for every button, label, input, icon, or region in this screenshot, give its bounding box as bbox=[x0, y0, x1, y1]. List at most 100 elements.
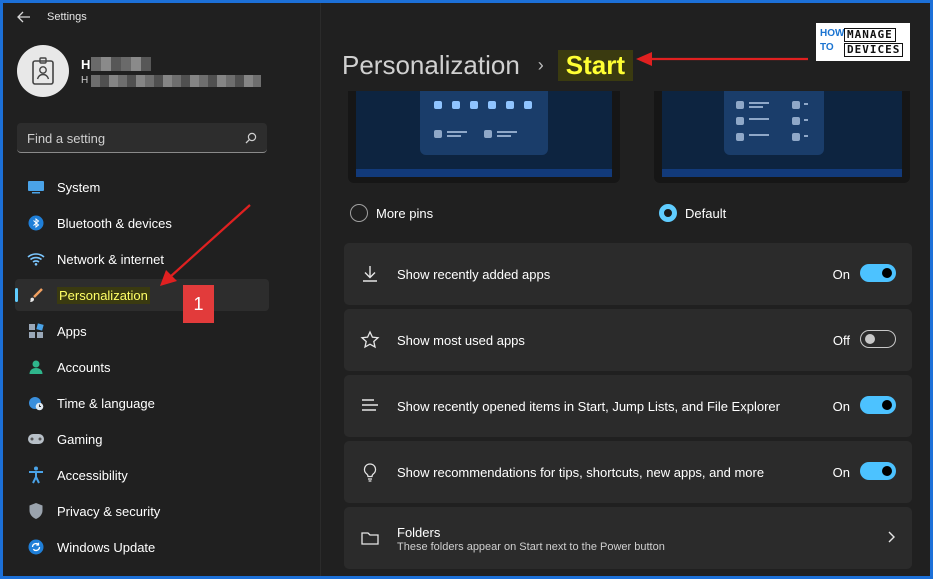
toggle-state: On bbox=[832, 267, 850, 282]
sidebar-item-apps[interactable]: Apps bbox=[15, 315, 269, 347]
chevron-right-icon bbox=[888, 531, 895, 543]
sidebar-item-label: Network & internet bbox=[57, 251, 164, 267]
setting-label: Show recommendations for tips, shortcuts… bbox=[397, 465, 765, 480]
sidebar-item-label: Gaming bbox=[57, 431, 103, 447]
start-menu-preview bbox=[420, 91, 548, 155]
shield-icon bbox=[27, 502, 45, 520]
radio-label: More pins bbox=[376, 205, 434, 221]
more-pins-radio[interactable] bbox=[350, 204, 368, 222]
pinned-apps-grid-icon bbox=[434, 101, 532, 138]
logo-how: HOW bbox=[820, 28, 845, 39]
breadcrumb: Personalization › Start bbox=[342, 47, 634, 83]
logo-devices: DEVICES bbox=[844, 43, 904, 57]
sidebar-item-label: Windows Update bbox=[57, 539, 156, 555]
sidebar-item-label: Time & language bbox=[57, 395, 155, 411]
sidebar-item-personalization[interactable]: Personalization bbox=[15, 279, 269, 311]
sidebar-item-network[interactable]: Network & internet bbox=[15, 243, 269, 275]
sidebar-item-accessibility[interactable]: Accessibility bbox=[15, 459, 269, 491]
apps-icon bbox=[27, 322, 45, 340]
app-title: Settings bbox=[47, 11, 87, 23]
setting-most-used-apps: Show most used apps Off bbox=[344, 309, 912, 371]
search-icon[interactable] bbox=[245, 132, 257, 144]
avatar[interactable] bbox=[17, 45, 69, 97]
folders-title: Folders bbox=[397, 525, 441, 540]
folders-setting[interactable]: Folders These folders appear on Start ne… bbox=[344, 507, 912, 569]
sidebar-item-label: System bbox=[57, 179, 101, 195]
redacted-email bbox=[91, 75, 261, 87]
nav-list: System Bluetooth & devices Network & int… bbox=[15, 171, 269, 567]
person-icon bbox=[27, 358, 45, 376]
recommendations-toggle[interactable] bbox=[860, 462, 896, 480]
toggle-knob bbox=[882, 400, 892, 410]
logo-to: TO bbox=[820, 42, 834, 53]
recently-added-apps-toggle[interactable] bbox=[860, 264, 896, 282]
brush-icon bbox=[27, 286, 45, 304]
back-arrow-icon[interactable] bbox=[17, 11, 31, 23]
setting-recommendations: Show recommendations for tips, shortcuts… bbox=[344, 441, 912, 503]
sidebar-item-bluetooth[interactable]: Bluetooth & devices bbox=[15, 207, 269, 239]
toggle-knob bbox=[882, 268, 892, 278]
main-content: Personalization › Start HOW TO MANAGE DE… bbox=[322, 3, 930, 576]
sidebar-item-label: Privacy & security bbox=[57, 503, 161, 519]
toggle-knob bbox=[882, 466, 892, 476]
sidebar-item-accounts[interactable]: Accounts bbox=[15, 351, 269, 383]
settings-window: Settings H H Find a setting System Bluet… bbox=[3, 3, 930, 576]
sidebar-item-label: Personalization bbox=[57, 286, 150, 304]
monitor-icon bbox=[27, 178, 45, 196]
user-email: H bbox=[81, 75, 89, 86]
redacted-name bbox=[91, 57, 151, 71]
most-used-apps-toggle[interactable] bbox=[860, 330, 896, 348]
setting-recently-opened-items: Show recently opened items in Start, Jum… bbox=[344, 375, 912, 437]
default-radio[interactable] bbox=[659, 204, 677, 222]
layout-option-more-pins[interactable]: More pins bbox=[350, 204, 433, 222]
globe-clock-icon bbox=[27, 394, 45, 412]
lightbulb-icon bbox=[363, 463, 377, 482]
toggle-knob bbox=[865, 334, 875, 344]
user-info[interactable]: H H bbox=[81, 57, 271, 89]
title-bar: Settings bbox=[3, 3, 321, 31]
wifi-icon bbox=[27, 250, 45, 268]
list-icon bbox=[362, 399, 378, 411]
folders-description: These folders appear on Start next to th… bbox=[397, 541, 665, 553]
howtomanagedevices-logo: HOW TO MANAGE DEVICES bbox=[816, 23, 910, 61]
preview-taskbar bbox=[662, 169, 902, 177]
more-pins-preview[interactable] bbox=[348, 91, 620, 183]
sidebar: Settings H H Find a setting System Bluet… bbox=[3, 3, 321, 576]
toggle-state: Off bbox=[832, 333, 850, 348]
breadcrumb-parent[interactable]: Personalization bbox=[342, 50, 520, 81]
sidebar-item-label: Bluetooth & devices bbox=[57, 215, 172, 231]
sidebar-item-privacy-security[interactable]: Privacy & security bbox=[15, 495, 269, 527]
page-title: Start bbox=[557, 49, 634, 81]
update-icon bbox=[27, 538, 45, 556]
start-menu-preview bbox=[724, 91, 824, 155]
breadcrumb-separator: › bbox=[537, 54, 544, 75]
setting-label: Show recently opened items in Start, Jum… bbox=[397, 399, 780, 414]
setting-label: Show most used apps bbox=[397, 333, 525, 348]
user-name: H bbox=[81, 57, 91, 72]
sidebar-item-label: Apps bbox=[57, 323, 87, 339]
sidebar-item-label: Accessibility bbox=[57, 467, 128, 483]
default-preview[interactable] bbox=[654, 91, 910, 183]
toggle-state: On bbox=[832, 399, 850, 414]
recently-opened-items-toggle[interactable] bbox=[860, 396, 896, 414]
sidebar-item-label: Accounts bbox=[57, 359, 111, 375]
sidebar-item-windows-update[interactable]: Windows Update bbox=[15, 531, 269, 563]
radio-label: Default bbox=[685, 205, 727, 221]
search-input[interactable]: Find a setting bbox=[17, 123, 267, 153]
toggle-state: On bbox=[832, 465, 850, 480]
search-placeholder: Find a setting bbox=[27, 131, 106, 146]
sidebar-item-system[interactable]: System bbox=[15, 171, 269, 203]
id-badge-icon bbox=[32, 57, 54, 85]
star-icon bbox=[360, 330, 380, 349]
folder-icon bbox=[361, 532, 379, 545]
logo-manage: MANAGE bbox=[844, 28, 896, 42]
sidebar-item-time-language[interactable]: Time & language bbox=[15, 387, 269, 419]
layout-option-default[interactable]: Default bbox=[659, 204, 726, 222]
gamepad-icon bbox=[27, 430, 45, 448]
bluetooth-icon bbox=[27, 214, 45, 232]
sidebar-item-gaming[interactable]: Gaming bbox=[15, 423, 269, 455]
preview-taskbar bbox=[356, 169, 612, 177]
default-layout-grid-icon bbox=[736, 101, 808, 141]
accessibility-icon bbox=[27, 466, 45, 484]
download-icon bbox=[363, 266, 377, 282]
